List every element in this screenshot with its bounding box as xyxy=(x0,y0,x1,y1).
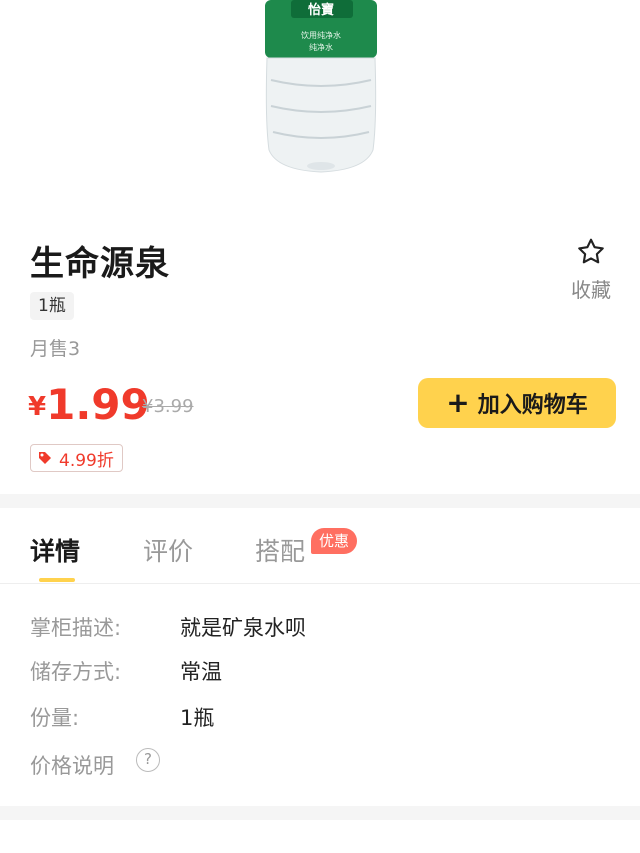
add-to-cart-label: 加入购物车 xyxy=(477,393,588,418)
current-price: ¥1.99 xyxy=(28,380,150,429)
detail-tabs: 详情 评价 搭配 优惠 xyxy=(0,508,640,584)
discount-badge: 4.99折 xyxy=(30,444,123,472)
water-bottle-image: 怡寶 饮用纯净水 纯净水 xyxy=(265,0,377,173)
promo-badge: 优惠 xyxy=(311,528,358,554)
product-title: 生命源泉 xyxy=(30,244,170,284)
spec-tag: 1瓶 xyxy=(30,292,74,320)
currency-symbol: ¥ xyxy=(28,392,47,422)
bottle-brand-text: 怡寶 xyxy=(308,2,334,18)
product-image-area[interactable]: 怡寶 饮用纯净水 纯净水 xyxy=(0,0,640,210)
bottle-line1-text: 饮用纯净水 xyxy=(301,30,341,40)
bottle-line2-text: 纯净水 xyxy=(309,42,333,52)
detail-key: 掌柜描述: xyxy=(30,616,122,640)
add-to-cart-button[interactable]: + 加入购物车 xyxy=(418,378,616,428)
star-outline-icon xyxy=(578,238,604,264)
detail-value: 就是矿泉水呗 xyxy=(180,616,306,640)
price-value: 1.99 xyxy=(46,380,150,429)
tab-reviews[interactable]: 评价 xyxy=(143,532,193,568)
active-tab-indicator xyxy=(39,578,75,582)
detail-value: 1瓶 xyxy=(180,706,215,730)
favorite-label: 收藏 xyxy=(571,278,611,302)
favorite-button[interactable]: 收藏 xyxy=(566,236,616,303)
section-divider-bottom xyxy=(0,806,640,820)
tab-combos[interactable]: 搭配 xyxy=(255,532,305,568)
tab-details[interactable]: 详情 xyxy=(30,532,80,568)
discount-text: 4.99折 xyxy=(59,450,114,471)
plus-icon: + xyxy=(446,386,470,419)
help-icon[interactable]: ? xyxy=(136,748,160,772)
detail-key: 份量: xyxy=(30,706,80,730)
original-price: ¥3.99 xyxy=(142,396,194,417)
monthly-sales: 月售3 xyxy=(30,338,81,360)
detail-key: 储存方式: xyxy=(30,660,122,684)
detail-key: 价格说明 xyxy=(30,754,114,778)
detail-value: 常温 xyxy=(180,660,222,684)
price-tag-icon xyxy=(39,452,51,464)
section-divider xyxy=(0,494,640,508)
